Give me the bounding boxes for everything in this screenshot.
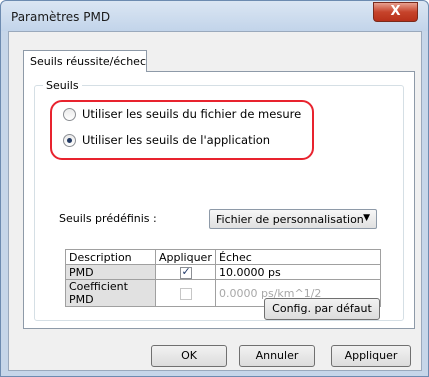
cancel-button[interactable]: Annuler (239, 345, 315, 367)
close-icon: X (390, 4, 401, 19)
fail-value-input[interactable]: 10.0000 ps (215, 264, 381, 280)
radio-icon[interactable] (63, 107, 76, 121)
dialog-window: Paramètres PMD X Seuils réussite/échec S… (0, 0, 429, 377)
chevron-down-icon[interactable]: ▼ (363, 213, 370, 223)
apply-cell (155, 279, 216, 307)
row-description: PMD (65, 264, 156, 280)
apply-cell (155, 264, 216, 280)
apply-button[interactable]: Appliquer (331, 345, 411, 367)
radio-label: Utiliser les seuils du fichier de mesure (82, 107, 302, 121)
group-label: Seuils (43, 79, 82, 92)
radio-selected-icon[interactable] (63, 133, 76, 147)
default-config-button[interactable]: Config. par défaut (264, 298, 380, 320)
predefined-select[interactable]: Fichier de personnalisation ▼ (209, 209, 377, 229)
radio-label: Utiliser les seuils de l'application (82, 133, 271, 147)
header-fail: Échec (215, 249, 381, 265)
title-bar[interactable]: Paramètres PMD X (1, 1, 428, 31)
table-row: PMD 10.0000 ps (65, 264, 381, 280)
row-description: Coefficient PMD (65, 279, 156, 307)
radio-app-thresholds[interactable]: Utiliser les seuils de l'application (63, 132, 270, 148)
tab-panel: Seuils Utiliser les seuils du fichier de… (23, 71, 415, 329)
header-apply: Appliquer (155, 249, 216, 265)
predefined-label: Seuils prédéfinis : (59, 212, 157, 225)
ok-button[interactable]: OK (151, 345, 227, 367)
predefined-value: Fichier de personnalisation (216, 213, 364, 226)
dialog-client-area: Seuils réussite/échec Seuils Utiliser le… (8, 31, 422, 371)
tab-seuils[interactable]: Seuils réussite/échec (23, 50, 147, 72)
close-button[interactable]: X (373, 2, 418, 22)
apply-checkbox-checked-icon[interactable] (179, 265, 192, 279)
table-header-row: Description Appliquer Échec (65, 249, 381, 265)
window-title: Paramètres PMD (11, 10, 111, 24)
header-description: Description (65, 249, 156, 265)
radio-file-thresholds[interactable]: Utiliser les seuils du fichier de mesure (63, 106, 301, 122)
apply-checkbox-icon[interactable] (179, 287, 192, 300)
